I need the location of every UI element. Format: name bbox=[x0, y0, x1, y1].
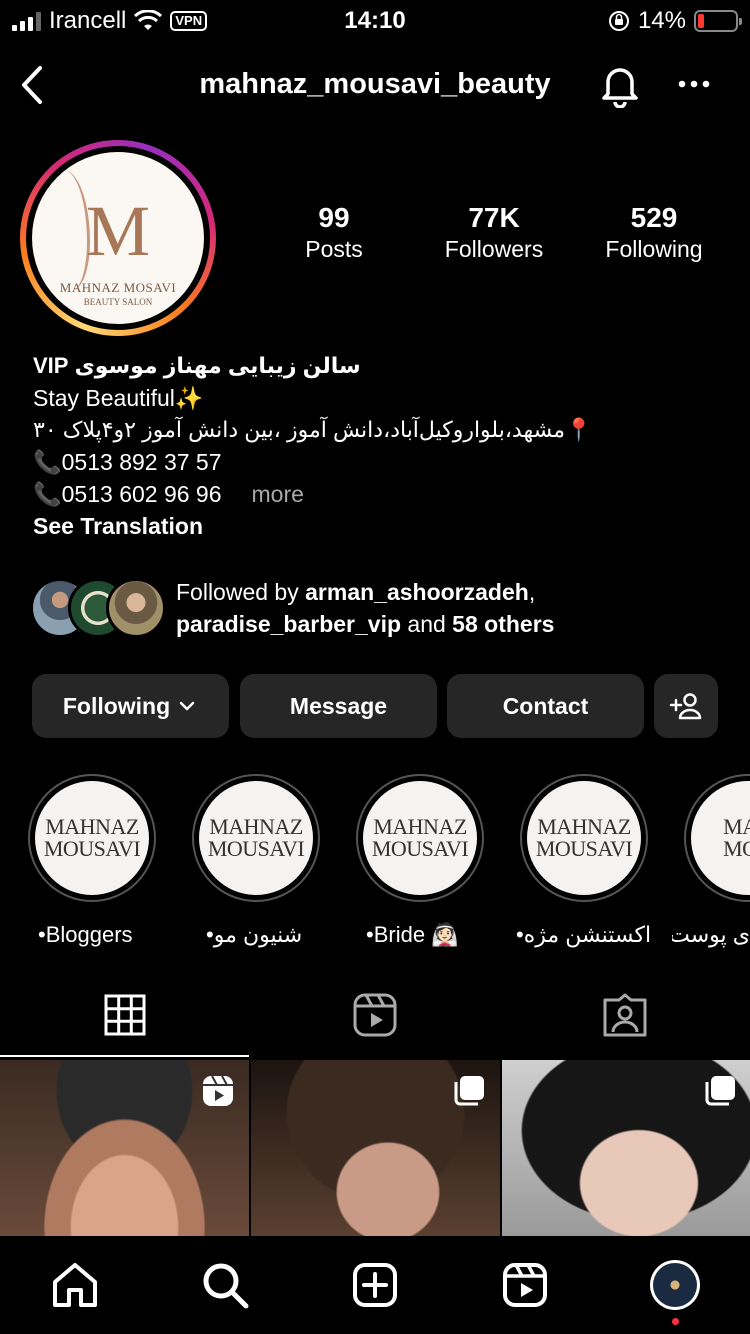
carousel-icon bbox=[705, 1076, 735, 1106]
highlight-label: شنیون مو• bbox=[206, 922, 303, 947]
carousel-icon bbox=[454, 1076, 484, 1106]
reels-tab-icon[interactable] bbox=[350, 990, 400, 1040]
status-bar: Irancell VPN 14:10 14% bbox=[0, 0, 750, 42]
bottom-tab-bar bbox=[0, 1236, 750, 1334]
highlight-label: •Bloggers bbox=[38, 922, 133, 947]
bell-icon[interactable] bbox=[598, 60, 642, 108]
profile-avatar[interactable]: M MAHNAZ MOSAVI BEAUTY SALON bbox=[20, 140, 216, 336]
bio-line-address: 📍مشهد،بلواروکیل‌آباد،دانش آموز ،بین دانش… bbox=[33, 417, 593, 442]
highlight-label: اکستنشن مژه• bbox=[516, 922, 652, 947]
battery-icon bbox=[694, 10, 742, 32]
see-translation-link[interactable]: See Translation bbox=[33, 510, 733, 542]
avatar bbox=[106, 578, 166, 638]
suggested-users-button[interactable] bbox=[654, 674, 718, 738]
highlight-cover: MAHNAZ MOUSAVI bbox=[527, 781, 641, 895]
grid-icon[interactable] bbox=[100, 990, 150, 1040]
avatar-logo: M MAHNAZ MOSAVI BEAUTY SALON bbox=[32, 152, 204, 324]
story-highlight[interactable]: MAHNAZ MOUSAVI bbox=[192, 774, 320, 902]
bio-line-phone-2: 📞0513 602 96 96 more bbox=[33, 481, 304, 507]
story-highlight[interactable]: MAHNAZ MOUSAVI bbox=[520, 774, 648, 902]
highlight-cover: MAHMOU bbox=[691, 781, 750, 895]
story-highlight[interactable]: MAHNAZ MOUSAVI bbox=[356, 774, 484, 902]
highlight-cover: MAHNAZ MOUSAVI bbox=[363, 781, 477, 895]
highlight-cover: MAHNAZ MOUSAVI bbox=[35, 781, 149, 895]
orientation-lock-icon bbox=[608, 11, 629, 31]
following-stat[interactable]: 529 Following bbox=[584, 202, 724, 263]
notification-dot bbox=[672, 1318, 679, 1325]
story-highlight-clipped[interactable]: MAHMOU bbox=[684, 774, 750, 914]
reels-icon[interactable] bbox=[500, 1260, 550, 1310]
posts-stat[interactable]: 99 Posts bbox=[264, 202, 404, 263]
highlight-label: ی پوست bbox=[672, 922, 750, 947]
followers-stat[interactable]: 77K Followers bbox=[424, 202, 564, 263]
chevron-down-icon bbox=[179, 701, 195, 711]
story-highlight[interactable]: MAHNAZ MOUSAVI bbox=[28, 774, 156, 902]
post-thumbnail[interactable] bbox=[502, 1060, 750, 1236]
add-person-icon bbox=[669, 693, 702, 720]
mutual-followers-avatars[interactable] bbox=[30, 578, 166, 640]
profile-header: mahnaz_mousavi_beauty bbox=[0, 54, 750, 116]
bio-line-tagline: Stay Beautiful✨ bbox=[33, 385, 204, 411]
new-post-icon[interactable] bbox=[350, 1260, 400, 1310]
bio-line-phone-1: 📞0513 892 37 57 bbox=[33, 449, 222, 475]
contact-button[interactable]: Contact bbox=[447, 674, 644, 738]
following-button[interactable]: Following bbox=[32, 674, 229, 738]
more-link[interactable]: more bbox=[252, 481, 304, 507]
home-icon[interactable] bbox=[50, 1260, 100, 1310]
post-thumbnail[interactable] bbox=[251, 1060, 500, 1236]
post-thumbnail[interactable] bbox=[0, 1060, 249, 1236]
more-options-icon[interactable] bbox=[676, 66, 712, 102]
profile-tab-avatar[interactable] bbox=[650, 1260, 700, 1310]
message-button[interactable]: Message bbox=[240, 674, 437, 738]
search-icon[interactable] bbox=[200, 1260, 250, 1310]
battery-percent: 14% bbox=[637, 7, 686, 34]
reel-icon bbox=[203, 1075, 233, 1106]
active-tab-indicator bbox=[0, 1055, 249, 1057]
highlight-cover: MAHNAZ MOUSAVI bbox=[199, 781, 313, 895]
display-name: سالن زیبایی مهناز موسوی VIP bbox=[33, 353, 361, 378]
highlight-label: •Bride 👰🏻 bbox=[366, 922, 459, 947]
profile-bio: سالن زیبایی مهناز موسوی VIP Stay Beautif… bbox=[33, 350, 733, 542]
followed-by-text[interactable]: Followed by arman_ashoorzadeh, paradise_… bbox=[176, 576, 736, 640]
tagged-icon[interactable] bbox=[600, 990, 650, 1040]
